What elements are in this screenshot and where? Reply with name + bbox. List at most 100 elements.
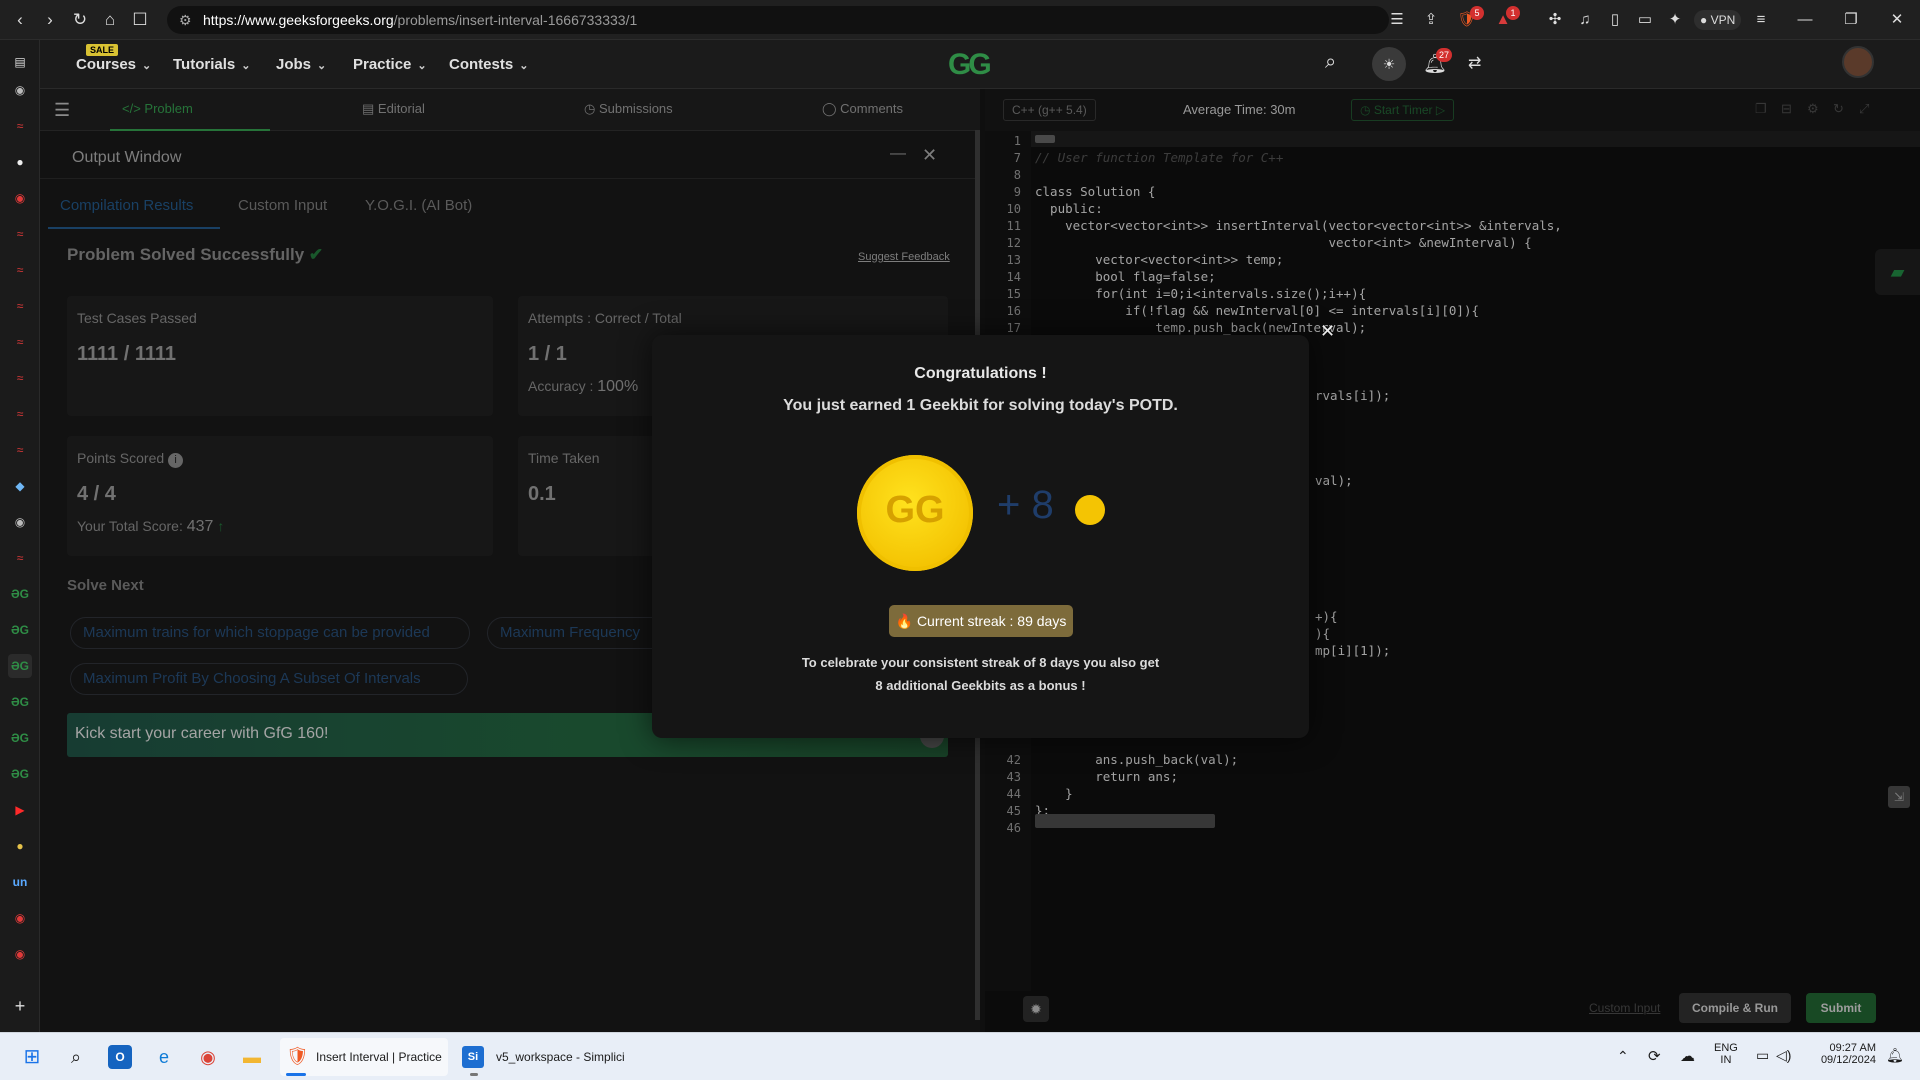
close-icon[interactable]: ✕ — [1320, 321, 1335, 342]
minimize-icon[interactable]: — — [1794, 9, 1816, 31]
bulb-icon[interactable]: ● — [8, 834, 32, 858]
tab-comments[interactable]: ◯ Comments — [822, 101, 903, 117]
sidebar-app-icon[interactable]: ≈ — [8, 114, 32, 138]
language-indicator[interactable]: ENG IN — [1714, 1042, 1738, 1066]
chat-icon[interactable]: ▰ — [1875, 249, 1920, 295]
sidebar-app-icon[interactable]: ≈ — [8, 330, 32, 354]
windows-start-icon[interactable]: ⊞ — [20, 1045, 44, 1069]
theme-toggle-icon[interactable]: ☀ — [1372, 47, 1406, 81]
sidebar-app-icon[interactable]: ≈ — [8, 222, 32, 246]
gfg-icon[interactable]: ƏG — [8, 726, 32, 750]
copy-icon[interactable]: ❐ — [1755, 101, 1767, 117]
info-icon[interactable]: i — [168, 453, 184, 468]
back-icon[interactable]: ‹ — [8, 8, 32, 32]
tab-compilation-results[interactable]: Compilation Results — [60, 197, 193, 214]
tab-yogi-bot[interactable]: Y.O.G.I. (AI Bot) — [365, 197, 472, 214]
menu-jobs[interactable]: Jobs ⌄ — [276, 56, 326, 73]
tab-problem[interactable]: </> Problem — [122, 101, 193, 116]
gfg-logo[interactable]: GG — [948, 48, 992, 82]
gfg-icon[interactable]: ƏG — [8, 762, 32, 786]
taskbar-app-brave[interactable]: 🛡 Insert Interval | Practice — [280, 1038, 448, 1076]
share-icon[interactable]: ⇪ — [1420, 9, 1442, 31]
panel-icon[interactable]: ▤ — [8, 50, 32, 74]
fold-marker[interactable] — [1035, 135, 1055, 143]
compile-run-button[interactable]: Compile & Run — [1679, 993, 1791, 1023]
globe-icon[interactable]: ◉ — [8, 510, 32, 534]
suggest-feedback-link[interactable]: Suggest Feedback — [858, 251, 950, 263]
reload-icon[interactable]: ↻ — [68, 8, 92, 32]
submit-button[interactable]: Submit — [1806, 993, 1876, 1023]
search-icon[interactable]: ⌕ — [64, 1045, 88, 1069]
leo-icon[interactable]: ✦ — [1664, 9, 1686, 31]
extensions-icon[interactable]: ✣ — [1544, 9, 1566, 31]
menu-contests[interactable]: Contests ⌄ — [449, 56, 528, 73]
site-info-icon[interactable]: ⚙ — [179, 6, 192, 34]
custom-input-link[interactable]: Custom Input — [1589, 1001, 1660, 1015]
sidebar-app-icon[interactable]: ≈ — [8, 258, 32, 282]
gfg-icon[interactable]: ƏG — [8, 690, 32, 714]
network-icon[interactable]: ▭ — [1756, 1047, 1769, 1064]
sidebar-app-icon[interactable]: ◆ — [8, 474, 32, 498]
bulb-icon[interactable]: ✹ — [1023, 996, 1049, 1022]
sidebar-app-icon[interactable]: ◉ — [8, 942, 32, 966]
restore-icon[interactable]: ❐ — [1840, 9, 1862, 31]
edge-icon[interactable]: e — [152, 1045, 176, 1069]
close-icon[interactable]: ✕ — [922, 145, 937, 166]
sidebar-app-icon[interactable]: ≈ — [8, 438, 32, 462]
outlook-icon[interactable]: O — [108, 1045, 132, 1069]
home-icon[interactable]: ⌂ — [98, 8, 122, 32]
sidebar-app-icon[interactable]: ◉ — [8, 906, 32, 930]
media-icon[interactable]: ♫ — [1574, 9, 1596, 31]
menu-practice[interactable]: Practice ⌄ — [353, 56, 427, 73]
fullscreen-icon[interactable]: ⤢ — [1859, 101, 1869, 117]
settings-icon[interactable]: ⚙ — [1807, 101, 1819, 117]
taskbar-app-simplici[interactable]: Si v5_workspace - Simplici — [456, 1038, 626, 1076]
menu-tutorials[interactable]: Tutorials ⌄ — [173, 56, 250, 73]
address-bar[interactable]: ⚙ https://www.geeksforgeeks.org/problems… — [167, 6, 1389, 34]
language-select[interactable]: C++ (g++ 5.4) — [1003, 99, 1096, 121]
tray-overflow-icon[interactable]: ⌃ — [1617, 1048, 1629, 1065]
search-icon[interactable]: ⌕ — [1325, 51, 1336, 74]
globe-icon[interactable]: ◉ — [8, 78, 32, 102]
clock[interactable]: 09:27 AM 09/12/2024 — [1812, 1042, 1876, 1066]
notification-bell-icon[interactable]: 🔔︎ — [1886, 1047, 1904, 1064]
sync-icon[interactable]: ⟳ — [1648, 1047, 1661, 1065]
chrome-icon[interactable]: ◉ — [196, 1045, 220, 1069]
menu-courses[interactable]: Courses ⌄ — [76, 56, 151, 73]
gfg-icon[interactable]: ƏG — [8, 654, 32, 678]
tab-submissions[interactable]: ◷ Submissions — [584, 101, 673, 117]
sidebar-app-icon[interactable]: ≈ — [8, 294, 32, 318]
youtube-icon[interactable]: ▶ — [8, 798, 32, 822]
reader-icon[interactable]: ☰ — [1386, 9, 1408, 31]
bookmark-icon[interactable]: ☐ — [128, 8, 152, 32]
cloud-offline-icon[interactable]: ☁ — [1680, 1047, 1695, 1065]
volume-icon[interactable]: ◁) — [1776, 1047, 1791, 1064]
unstop-icon[interactable]: un — [8, 870, 32, 894]
menu-icon[interactable]: ≡ — [1750, 9, 1772, 31]
tab-custom-input[interactable]: Custom Input — [238, 197, 327, 214]
gfg-icon[interactable]: ƏG — [8, 582, 32, 606]
github-icon[interactable]: ● — [8, 150, 32, 174]
reset-icon[interactable]: ↻ — [1833, 101, 1844, 117]
sidebar-app-icon[interactable]: ◉ — [8, 186, 32, 210]
wallet-icon[interactable]: ▭ — [1634, 9, 1656, 31]
vpn-button[interactable]: ● VPN — [1694, 10, 1742, 30]
solve-next-chip[interactable]: Maximum trains for which stoppage can be… — [70, 617, 470, 649]
file-explorer-icon[interactable]: ▬ — [240, 1045, 264, 1069]
avatar[interactable] — [1842, 46, 1874, 78]
fold-marker[interactable] — [1035, 814, 1215, 828]
forward-icon[interactable]: › — [38, 8, 62, 32]
layout-icon[interactable]: ⊟ — [1781, 101, 1792, 117]
close-window-icon[interactable]: ✕ — [1886, 9, 1908, 31]
add-icon[interactable]: + — [8, 994, 32, 1018]
sidebar-toggle-icon[interactable]: ▯ — [1604, 9, 1626, 31]
tab-editorial[interactable]: ▤ Editorial — [362, 101, 425, 117]
translate-icon[interactable]: ⇄ — [1468, 53, 1481, 73]
solve-next-chip[interactable]: Maximum Profit By Choosing A Subset Of I… — [70, 663, 468, 695]
sidebar-app-icon[interactable]: ≈ — [8, 402, 32, 426]
hamburger-icon[interactable]: ☰ — [54, 100, 70, 121]
minimize-icon[interactable]: — — [890, 145, 906, 163]
gfg-icon[interactable]: ƏG — [8, 618, 32, 642]
start-timer-button[interactable]: ◷ Start Timer ▷ — [1351, 99, 1455, 121]
sidebar-app-icon[interactable]: ≈ — [8, 366, 32, 390]
